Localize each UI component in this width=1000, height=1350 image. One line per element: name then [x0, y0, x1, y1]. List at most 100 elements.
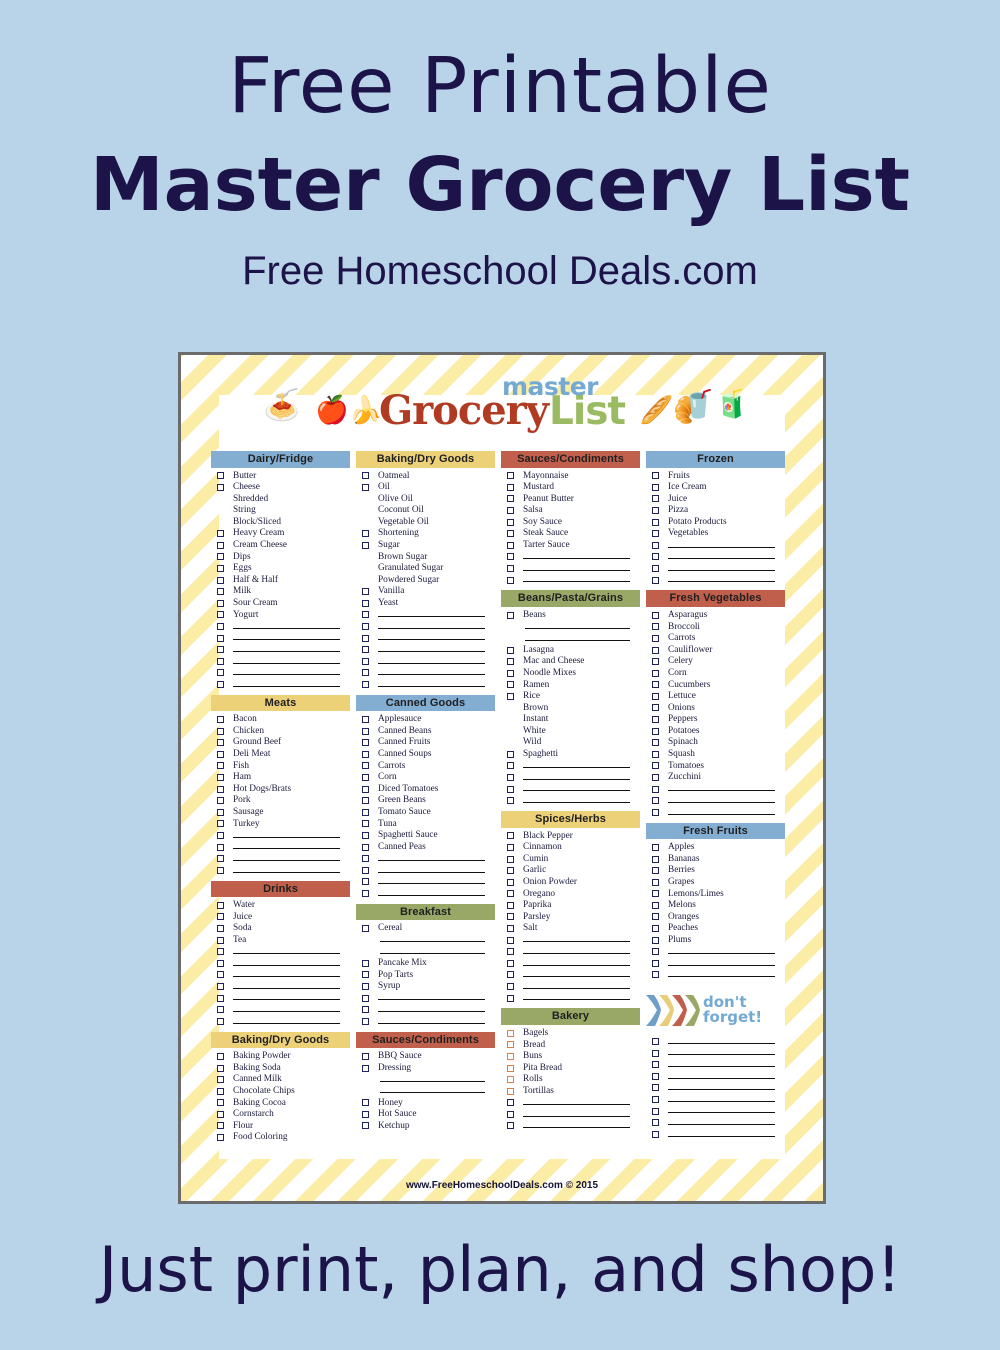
item-checkbox[interactable]: [217, 820, 224, 828]
write-in-rule[interactable]: [233, 976, 340, 978]
item-checkbox[interactable]: [652, 553, 659, 561]
write-in-rule[interactable]: [523, 1115, 630, 1117]
item-checkbox[interactable]: [652, 855, 659, 863]
write-in-rule[interactable]: [233, 662, 340, 664]
write-in-rule[interactable]: [668, 1135, 775, 1137]
item-checkbox[interactable]: [507, 1110, 514, 1118]
item-checkbox[interactable]: [507, 983, 514, 991]
item-checkbox[interactable]: [507, 658, 514, 666]
item-checkbox[interactable]: [362, 994, 369, 1002]
write-in-rule[interactable]: [525, 639, 630, 641]
item-checkbox[interactable]: [652, 518, 659, 526]
item-checkbox[interactable]: [652, 913, 659, 921]
write-in-rule[interactable]: [233, 859, 340, 861]
item-checkbox[interactable]: [507, 1122, 514, 1130]
write-in-rule[interactable]: [523, 976, 630, 978]
item-checkbox[interactable]: [362, 889, 369, 897]
item-checkbox[interactable]: [217, 1110, 224, 1118]
item-checkbox[interactable]: [652, 878, 659, 886]
item-checkbox[interactable]: [362, 843, 369, 851]
item-checkbox[interactable]: [507, 518, 514, 526]
write-in-rule[interactable]: [378, 650, 485, 652]
item-checkbox[interactable]: [652, 565, 659, 573]
item-checkbox[interactable]: [217, 832, 224, 840]
item-checkbox[interactable]: [507, 925, 514, 933]
write-in-rule[interactable]: [523, 790, 630, 792]
item-checkbox[interactable]: [652, 472, 659, 480]
item-checkbox[interactable]: [217, 727, 224, 735]
item-checkbox[interactable]: [362, 925, 369, 933]
item-checkbox[interactable]: [507, 507, 514, 515]
item-checkbox[interactable]: [652, 785, 659, 793]
write-in-rule[interactable]: [380, 1092, 485, 1094]
item-checkbox[interactable]: [507, 472, 514, 480]
item-checkbox[interactable]: [362, 959, 369, 967]
write-in-rule[interactable]: [378, 1022, 485, 1024]
item-checkbox[interactable]: [362, 808, 369, 816]
item-checkbox[interactable]: [507, 762, 514, 770]
item-checkbox[interactable]: [652, 936, 659, 944]
item-checkbox[interactable]: [217, 669, 224, 677]
item-checkbox[interactable]: [217, 774, 224, 782]
item-checkbox[interactable]: [507, 1052, 514, 1060]
write-in-rule[interactable]: [233, 685, 340, 687]
item-checkbox[interactable]: [507, 774, 514, 782]
item-checkbox[interactable]: [362, 971, 369, 979]
item-checkbox[interactable]: [362, 762, 369, 770]
item-checkbox[interactable]: [507, 565, 514, 573]
item-checkbox[interactable]: [362, 983, 369, 991]
item-checkbox[interactable]: [362, 866, 369, 874]
item-checkbox[interactable]: [652, 867, 659, 875]
item-checkbox[interactable]: [217, 925, 224, 933]
item-checkbox[interactable]: [507, 797, 514, 805]
write-in-rule[interactable]: [233, 964, 340, 966]
item-checkbox[interactable]: [507, 750, 514, 758]
item-checkbox[interactable]: [507, 971, 514, 979]
write-in-rule[interactable]: [668, 1100, 775, 1102]
item-checkbox[interactable]: [507, 832, 514, 840]
write-in-rule[interactable]: [233, 836, 340, 838]
write-in-rule[interactable]: [523, 558, 630, 560]
item-checkbox[interactable]: [507, 530, 514, 538]
item-checkbox[interactable]: [652, 727, 659, 735]
item-checkbox[interactable]: [217, 1052, 224, 1060]
item-checkbox[interactable]: [507, 843, 514, 851]
item-checkbox[interactable]: [362, 657, 369, 665]
item-checkbox[interactable]: [362, 669, 369, 677]
item-checkbox[interactable]: [507, 681, 514, 689]
write-in-rule[interactable]: [233, 871, 340, 873]
item-checkbox[interactable]: [362, 1006, 369, 1014]
item-checkbox[interactable]: [217, 565, 224, 573]
item-checkbox[interactable]: [652, 507, 659, 515]
write-in-rule[interactable]: [668, 1112, 775, 1114]
item-checkbox[interactable]: [507, 913, 514, 921]
write-in-rule[interactable]: [233, 999, 340, 1001]
write-in-rule[interactable]: [668, 558, 775, 560]
item-checkbox[interactable]: [362, 599, 369, 607]
write-in-rule[interactable]: [668, 976, 775, 978]
write-in-rule[interactable]: [378, 616, 485, 618]
item-checkbox[interactable]: [652, 669, 659, 677]
item-checkbox[interactable]: [362, 878, 369, 886]
item-checkbox[interactable]: [362, 1052, 369, 1060]
item-checkbox[interactable]: [362, 832, 369, 840]
item-checkbox[interactable]: [362, 716, 369, 724]
write-in-rule[interactable]: [668, 569, 775, 571]
write-in-rule[interactable]: [523, 1104, 630, 1105]
item-checkbox[interactable]: [652, 1096, 659, 1104]
item-checkbox[interactable]: [362, 541, 369, 549]
write-in-rule[interactable]: [668, 1042, 775, 1044]
item-checkbox[interactable]: [652, 739, 659, 747]
write-in-rule[interactable]: [668, 1089, 775, 1091]
write-in-rule[interactable]: [525, 628, 630, 630]
item-checkbox[interactable]: [217, 948, 224, 956]
item-checkbox[interactable]: [362, 1017, 369, 1025]
item-checkbox[interactable]: [652, 901, 659, 909]
write-in-rule[interactable]: [668, 1065, 775, 1067]
item-checkbox[interactable]: [507, 553, 514, 561]
item-checkbox[interactable]: [362, 472, 369, 480]
item-checkbox[interactable]: [362, 530, 369, 538]
item-checkbox[interactable]: [507, 669, 514, 677]
write-in-rule[interactable]: [668, 1123, 775, 1125]
item-checkbox[interactable]: [507, 611, 514, 619]
